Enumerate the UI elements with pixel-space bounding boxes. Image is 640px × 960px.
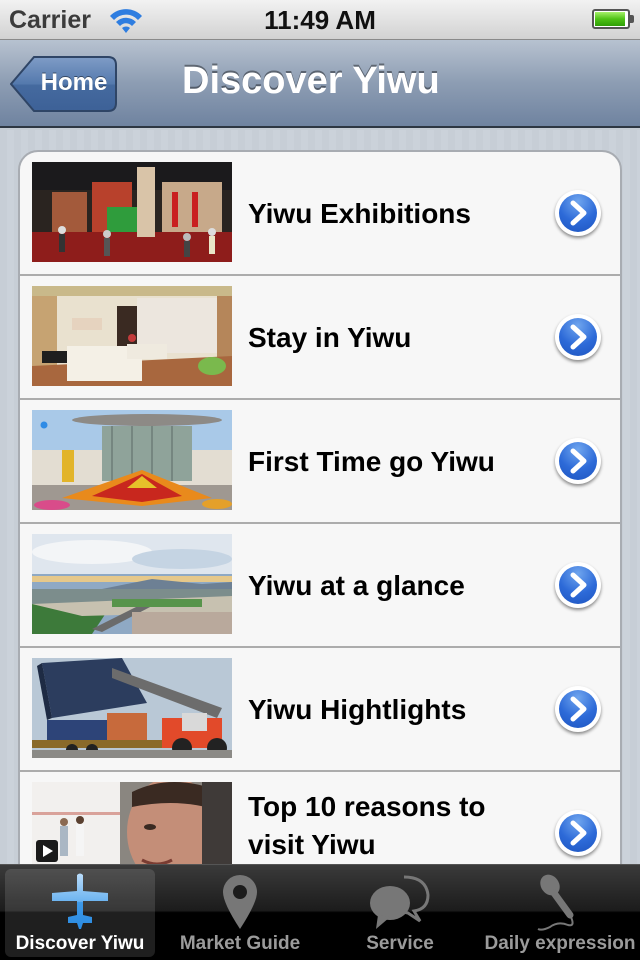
list-item-exhibitions[interactable]: Yiwu Exhibitions [20, 152, 620, 276]
map-pin-icon [223, 875, 257, 929]
item-title: Yiwu Exhibitions [248, 198, 471, 229]
exhibition-hall-thumbnail [32, 162, 232, 262]
tab-label: Market Guide [179, 933, 301, 954]
airplane-icon [52, 873, 108, 929]
clock: 11:49 AM [264, 5, 376, 35]
content-area: Yiwu Exhibitions Stay in Yiwu First Time… [0, 130, 640, 864]
status-bar: Carrier 11:49 AM [0, 0, 640, 40]
item-title: Yiwu Hightlights [248, 694, 467, 725]
item-title: Yiwu at a glance [248, 570, 465, 601]
city-panorama-thumbnail [32, 534, 232, 634]
tab-daily-expression[interactable]: Daily expression [484, 869, 636, 957]
chevron-right-icon[interactable] [555, 190, 601, 236]
chevron-right-icon[interactable] [555, 438, 601, 484]
battery-tip [630, 15, 634, 23]
tab-service[interactable]: Service [325, 869, 475, 957]
home-back-button[interactable]: Home [10, 55, 118, 113]
battery-level [595, 12, 625, 26]
chat-bubbles-icon [370, 875, 430, 929]
microphone-icon [537, 874, 574, 931]
tab-label: Daily expression [484, 933, 636, 954]
chevron-right-icon[interactable] [555, 314, 601, 360]
menu-list: Yiwu Exhibitions Stay in Yiwu First Time… [18, 150, 622, 864]
list-item-stay[interactable]: Stay in Yiwu [20, 276, 620, 400]
tab-discover-yiwu[interactable]: Discover Yiwu [5, 869, 155, 957]
list-item-top-10-reasons[interactable]: Top 10 reasons to visit Yiwu [20, 772, 620, 864]
tab-bar: Discover Yiwu Market Guide Service Daily… [0, 864, 640, 960]
item-title: Stay in Yiwu [248, 322, 412, 353]
battery-icon [592, 9, 630, 29]
back-button-label: Home [40, 69, 108, 96]
item-title: Top 10 reasons to visit Yiwu [248, 791, 486, 860]
chevron-right-icon[interactable] [555, 562, 601, 608]
list-item-at-a-glance[interactable]: Yiwu at a glance [20, 524, 620, 648]
list-item-highlights[interactable]: Yiwu Hightlights [20, 648, 620, 772]
page-title: Discover Yiwu [182, 60, 440, 102]
container-crane-thumbnail [32, 658, 232, 758]
tab-label: Discover Yiwu [15, 933, 145, 954]
item-title: First Time go Yiwu [248, 446, 495, 477]
trade-center-thumbnail [32, 410, 232, 510]
list-item-first-time[interactable]: First Time go Yiwu [20, 400, 620, 524]
hotel-room-thumbnail [32, 286, 232, 386]
navigation-bar: Home Discover Yiwu [0, 40, 640, 128]
chevron-right-icon[interactable] [555, 686, 601, 732]
tab-label: Service [366, 933, 434, 954]
video-thumbnail [32, 782, 232, 864]
chevron-right-icon[interactable] [555, 810, 601, 856]
tab-market-guide[interactable]: Market Guide [165, 869, 315, 957]
